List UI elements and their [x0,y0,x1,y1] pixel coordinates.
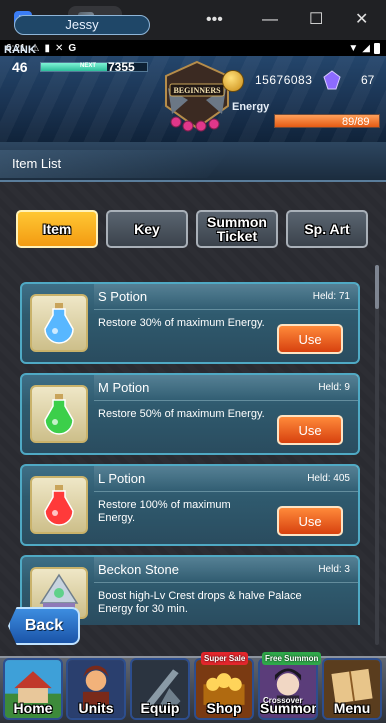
nav-home-button[interactable]: Home [3,658,63,720]
bell-off-icon: ✕ [54,42,64,54]
energy-label: Energy [232,101,270,113]
gem-icon [323,70,341,90]
tab-sp-art[interactable]: Sp. Art [286,210,368,248]
item-held-count: Held: 9 [318,382,350,393]
tab-summon-ticket-line2: Ticket [216,228,258,244]
close-window-icon[interactable]: ✕ [355,10,368,30]
sim-card-icon: ▮ [44,42,50,54]
tab-item-label: Item [42,221,72,237]
use-button[interactable]: Use [277,506,343,536]
item-description: Boost high-Lv Crest drops & halve Palace… [98,590,302,615]
page-title: Item List [12,156,62,171]
energy-value: 89/89 [342,116,370,128]
player-name[interactable]: Jessy [14,15,150,35]
list-item[interactable]: S Potion Held: 71 Restore 30% of maximum… [20,282,360,364]
use-button[interactable]: Use [277,415,343,445]
item-held-count: Held: 71 [312,291,350,302]
nav-summon-button[interactable]: Summon [258,658,318,720]
nav-equip-label: Equip [140,700,180,716]
tab-sp-art-label: Sp. Art [304,221,350,237]
minimize-icon[interactable]: — [262,10,278,30]
item-name: M Potion [98,380,150,395]
tab-key-label: Key [134,221,160,237]
gem-amount: 67 [361,73,375,87]
gold-coin-icon [222,70,244,92]
signal-icon: ◢ [362,42,370,54]
nav-menu-button[interactable]: Menu [322,658,382,720]
nav-home-label: Home [13,700,53,716]
tab-item[interactable]: Item [16,210,98,248]
back-button[interactable]: Back [8,607,80,645]
item-held-count: Held: 3 [318,564,350,575]
tab-key[interactable]: Key [106,210,188,248]
rank-value: 46 [12,59,28,75]
more-menu-icon[interactable]: ••• [206,10,223,30]
gold-amount: 15676083 [255,73,313,87]
google-icon: G [68,42,77,54]
nav-shop-label: Shop [206,700,242,716]
maximize-icon[interactable]: ☐ [309,10,323,30]
app-root: M A ✕ ••• — ☐ ✕ 6:21 ⚠ ▮ ✕ G ▼ ◢ Jessy R… [0,0,386,723]
list-item[interactable]: M Potion Held: 9 Restore 50% of maximum … [20,373,360,455]
item-name: Beckon Stone [98,562,179,577]
next-exp-value: 7355 [108,60,135,74]
next-exp-label: NEXT [80,63,97,69]
blue-potion-icon [30,294,88,352]
item-description: Restore 100% of maximum Energy. [98,499,231,524]
battery-icon [374,42,380,54]
list-scrollbar[interactable] [375,265,379,645]
rank-label: RANK [4,44,36,56]
item-description: Restore 50% of maximum Energy. [98,408,265,420]
emblem-label: BEGINNERS [173,86,221,95]
red-potion-icon [30,476,88,534]
item-description: Restore 30% of maximum Energy. [98,317,265,329]
green-potion-icon [30,385,88,443]
nav-shop-button[interactable]: Shop [194,658,254,720]
nav-equip-button[interactable]: Equip [130,658,190,720]
nav-menu-label: Menu [333,700,371,716]
exp-bar-fill [41,63,107,71]
shop-sale-badge: Super Sale [201,652,249,665]
beginners-emblem-icon[interactable]: BEGINNERS [158,58,236,138]
nav-units-button[interactable]: Units [66,658,126,720]
device-status-bar: 6:21 ⚠ ▮ ✕ G ▼ ◢ [0,40,386,56]
list-item[interactable]: L Potion Held: 405 Restore 100% of maxim… [20,464,360,546]
tab-summon-ticket[interactable]: Summon Ticket [196,210,278,248]
item-name: L Potion [98,471,146,486]
crossover-label: Crossover [263,696,303,705]
nav-units-label: Units [78,700,114,716]
use-button[interactable]: Use [277,324,343,354]
scrollbar-thumb[interactable] [375,265,379,309]
wifi-icon: ▼ [348,42,359,54]
free-summon-badge: Free Summon [262,652,322,665]
item-held-count: Held: 405 [307,473,350,484]
tab-summon-ticket-line1: Summon [207,214,267,230]
item-name: S Potion [98,289,148,304]
